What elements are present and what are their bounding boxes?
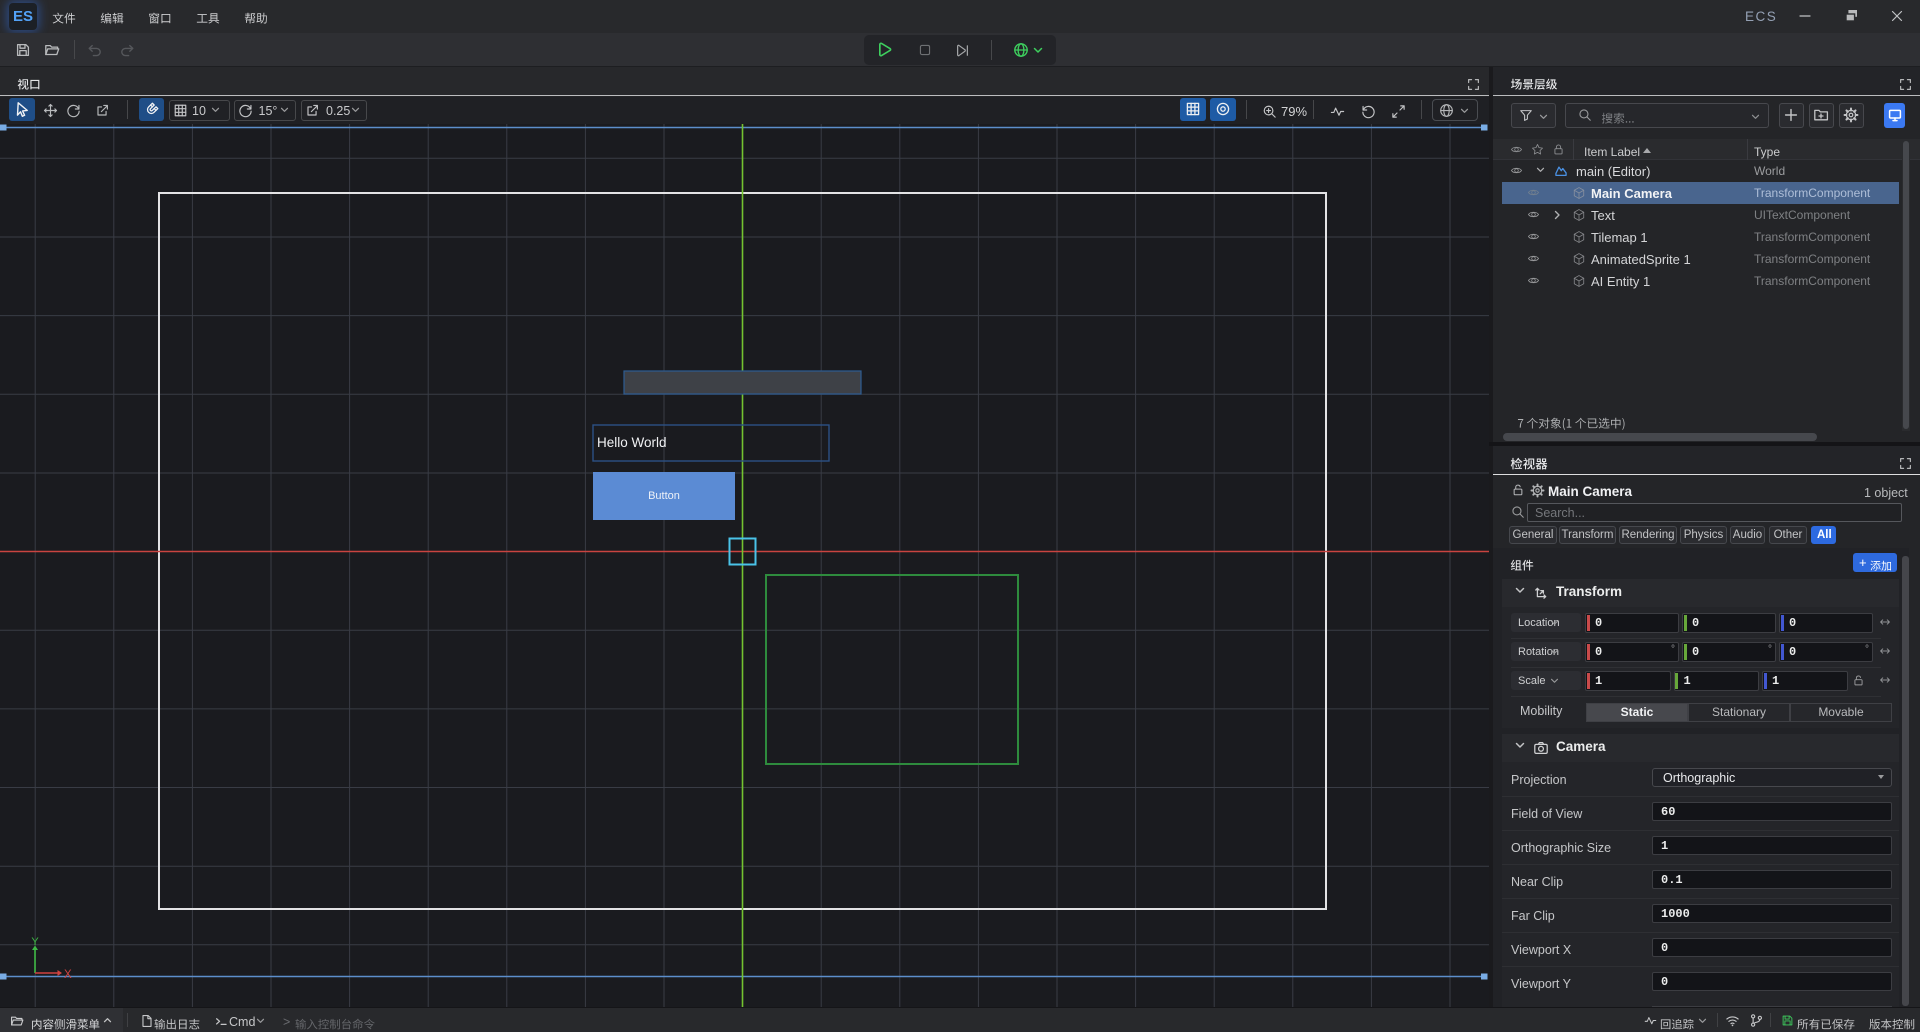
svg-text:Button: Button bbox=[648, 490, 680, 502]
svg-text:X: X bbox=[64, 969, 72, 981]
svg-text:Y: Y bbox=[31, 936, 39, 948]
svg-text:Hello World: Hello World bbox=[597, 435, 667, 450]
